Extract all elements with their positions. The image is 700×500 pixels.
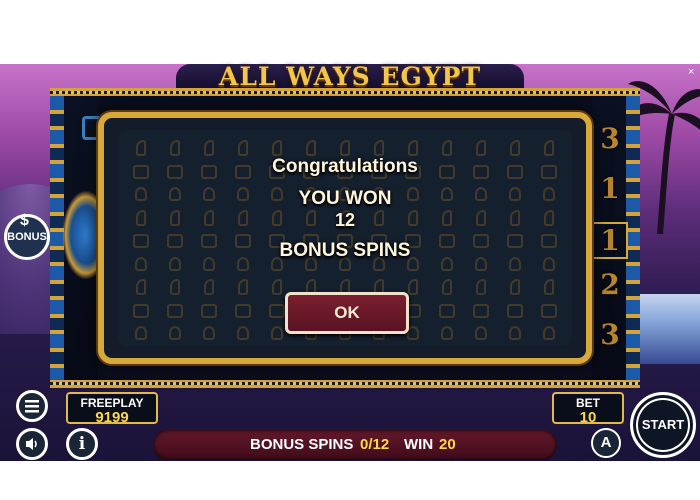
freeplay-value: 9199 (95, 408, 129, 426)
reel-number: 1 (600, 172, 620, 205)
hamburger-menu-icon (25, 400, 39, 413)
bet-value: 10 (579, 408, 597, 426)
bonus-status-bar: BONUS SPINS 0/12 WIN 20 (153, 430, 557, 460)
right-pillar-decoration (626, 96, 640, 380)
win-label: WIN (404, 436, 434, 453)
freeplay-label: FREEPLAY (80, 396, 144, 410)
sound-button[interactable] (16, 428, 48, 460)
bonus-button-label: BONUS (7, 231, 47, 243)
autoplay-button[interactable]: A (591, 428, 621, 458)
start-label: START (641, 417, 685, 432)
speaker-icon (26, 438, 37, 450)
you-won-text: YOU WON (298, 188, 392, 209)
bonus-spins-counter: 0/12 (360, 436, 390, 453)
win-value: 20 (439, 436, 456, 453)
ok-button[interactable]: OK (285, 292, 409, 334)
bonus-spins-text: BONUS SPINS (279, 240, 411, 261)
bet-label: BET (576, 396, 600, 410)
bonus-spins-label: BONUS SPINS (250, 436, 354, 453)
autoplay-icon: A (600, 434, 612, 451)
freeplay-display: FREEPLAY 9199 (66, 392, 158, 426)
start-button[interactable]: START (630, 392, 696, 458)
reel-number: 2 (600, 268, 620, 301)
bet-display[interactable]: BET 10 (552, 392, 624, 426)
scarab-symbol (62, 190, 102, 280)
dollar-icon: $ (20, 212, 29, 229)
info-button[interactable]: i (66, 428, 98, 460)
reel-number: 3 (600, 122, 620, 155)
menu-button[interactable] (16, 390, 48, 422)
info-icon: i (78, 434, 86, 454)
won-amount: 12 (334, 210, 356, 230)
congratulations-text: Congratulations (272, 156, 418, 177)
reel-number: 3 (600, 318, 620, 351)
reel-number-highlighted: 1 (592, 222, 628, 259)
close-icon[interactable]: × (688, 66, 694, 78)
